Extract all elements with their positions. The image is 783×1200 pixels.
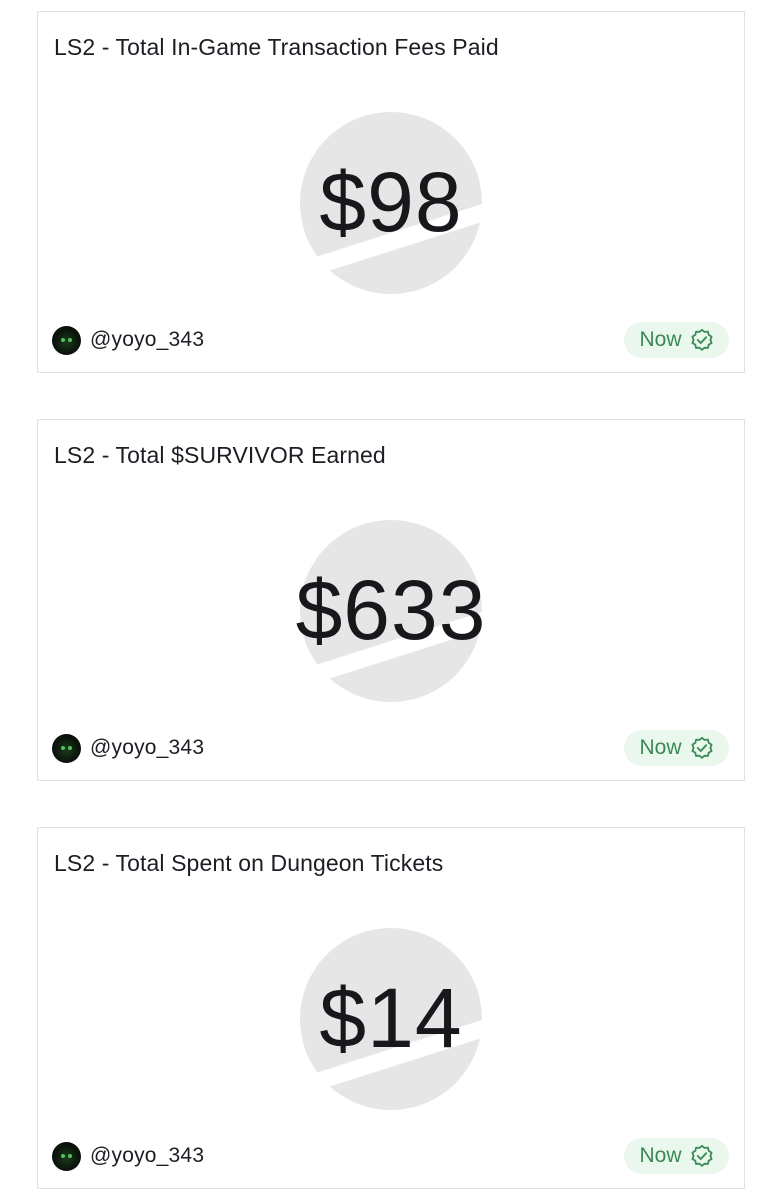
status-badge: Now	[624, 322, 729, 358]
verified-check-icon	[690, 736, 714, 760]
author-handle[interactable]: @yoyo_343	[90, 1144, 204, 1168]
metric-value: $14	[319, 971, 463, 1065]
metric-visual: $98	[300, 112, 482, 294]
metric-card[interactable]: LS2 - Total $SURVIVOR Earned $633 @yoyo_…	[37, 419, 745, 781]
metric-visual: $14	[300, 928, 482, 1110]
metric-visual: $633	[296, 520, 485, 702]
author[interactable]: @yoyo_343	[52, 1141, 204, 1171]
author[interactable]: @yoyo_343	[52, 325, 204, 355]
author-handle[interactable]: @yoyo_343	[90, 736, 204, 760]
card-title: LS2 - Total In-Game Transaction Fees Pai…	[54, 34, 499, 60]
verified-check-icon	[690, 1144, 714, 1168]
status-badge: Now	[624, 730, 729, 766]
metric-card[interactable]: LS2 - Total Spent on Dungeon Tickets $14…	[37, 827, 745, 1189]
card-title: LS2 - Total Spent on Dungeon Tickets	[54, 850, 444, 876]
metric-card[interactable]: LS2 - Total In-Game Transaction Fees Pai…	[37, 11, 745, 373]
author-handle[interactable]: @yoyo_343	[90, 328, 204, 352]
avatar-icon[interactable]	[52, 733, 81, 763]
verified-check-icon	[690, 328, 714, 352]
status-label: Now	[639, 1144, 682, 1167]
status-label: Now	[639, 328, 682, 351]
status-label: Now	[639, 736, 682, 759]
metric-value: $98	[319, 155, 463, 249]
author[interactable]: @yoyo_343	[52, 733, 204, 763]
avatar-icon[interactable]	[52, 325, 81, 355]
metric-value: $633	[295, 563, 487, 657]
status-badge: Now	[624, 1138, 729, 1174]
avatar-icon[interactable]	[52, 1141, 81, 1171]
card-title: LS2 - Total $SURVIVOR Earned	[54, 442, 386, 468]
